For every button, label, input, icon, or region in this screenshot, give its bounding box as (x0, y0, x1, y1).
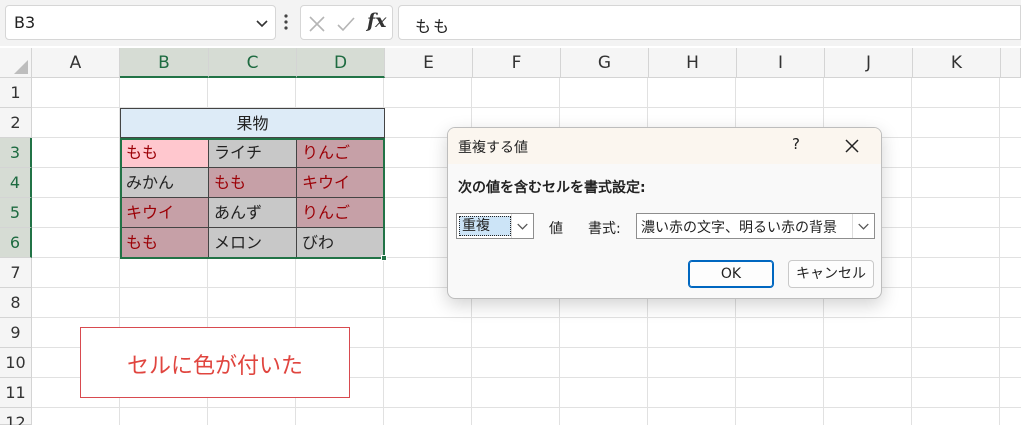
select-all-icon (14, 60, 28, 74)
table-cell[interactable]: もも (209, 168, 297, 198)
row-header-10[interactable]: 10 (0, 348, 32, 378)
row-header-12[interactable]: 12 (0, 408, 32, 425)
column-header-g[interactable]: G (561, 48, 649, 78)
cancel-icon[interactable] (307, 14, 327, 34)
table-header-cell[interactable]: 果物 (120, 108, 385, 138)
table-cell[interactable]: キウイ (120, 198, 209, 228)
format-label: 書式: (588, 221, 621, 237)
check-icon[interactable] (336, 14, 356, 34)
duplicate-type-value: 重複 (459, 216, 511, 236)
row-header-1[interactable]: 1 (0, 78, 32, 108)
formula-bar: B3 fx もも (0, 0, 1021, 46)
formula-text: もも (415, 17, 452, 36)
annotation-text: セルに色が付いた (126, 354, 303, 379)
column-header-c[interactable]: C (209, 48, 297, 78)
chevron-down-icon[interactable] (511, 214, 533, 238)
table-cell[interactable]: あんず (209, 198, 297, 228)
table-cell[interactable]: りんご (297, 138, 385, 168)
duplicate-values-dialog: 重複する値 ? 次の値を含むセルを書式設定: 重複 値 書式: 濃い赤の文字、明… (447, 127, 882, 299)
row-header-6[interactable]: 6 (0, 228, 32, 258)
table-cell[interactable]: キウイ (297, 168, 385, 198)
column-header-b[interactable]: B (120, 48, 209, 78)
help-button[interactable]: ? (786, 135, 806, 157)
format-value: 濃い赤の文字、明るい赤の背景 (641, 220, 837, 236)
insert-function-icon[interactable]: fx (367, 10, 387, 32)
table-cell[interactable]: みかん (120, 168, 209, 198)
chevron-down-icon[interactable] (852, 214, 874, 238)
row-header-4[interactable]: 4 (0, 168, 32, 198)
table-cell[interactable]: もも (120, 228, 209, 258)
table-cell[interactable]: りんご (297, 198, 385, 228)
dialog-instruction: 次の値を含むセルを書式設定: (458, 180, 646, 196)
values-label: 値 (549, 221, 563, 237)
column-header-j[interactable]: J (825, 48, 913, 78)
table-cell[interactable]: もも (120, 138, 209, 168)
table-cell[interactable]: びわ (297, 228, 385, 258)
format-select[interactable]: 濃い赤の文字、明るい赤の背景 (636, 213, 875, 239)
table-cell[interactable]: ライチ (209, 138, 297, 168)
formula-input[interactable]: もも (398, 5, 1021, 40)
column-header-i[interactable]: I (737, 48, 825, 78)
ok-button[interactable]: OK (688, 260, 774, 288)
duplicate-type-select[interactable]: 重複 (456, 213, 534, 239)
row-header-5[interactable]: 5 (0, 198, 32, 228)
row-header-8[interactable]: 8 (0, 288, 32, 318)
column-header-h[interactable]: H (649, 48, 737, 78)
dialog-titlebar[interactable]: 重複する値 ? (448, 128, 881, 164)
table-cell[interactable]: メロン (209, 228, 297, 258)
formula-actions: fx (300, 5, 393, 40)
dialog-title: 重複する値 (458, 140, 528, 156)
row-header-7[interactable]: 7 (0, 258, 32, 288)
column-header-e[interactable]: E (385, 48, 473, 78)
close-icon[interactable] (841, 135, 863, 157)
column-header-k[interactable]: K (913, 48, 1001, 78)
row-header-2[interactable]: 2 (0, 108, 32, 138)
fill-handle[interactable] (381, 255, 387, 261)
more-options-icon[interactable] (282, 12, 290, 32)
column-header-filler (1001, 48, 1021, 78)
column-header-d[interactable]: D (297, 48, 385, 78)
row-header-11[interactable]: 11 (0, 378, 32, 408)
column-header-a[interactable]: A (32, 48, 120, 78)
column-header-f[interactable]: F (473, 48, 561, 78)
name-box[interactable]: B3 (5, 5, 276, 40)
chevron-down-icon[interactable] (253, 14, 271, 32)
row-header-3[interactable]: 3 (0, 138, 32, 168)
annotation-box: セルに色が付いた (80, 327, 350, 398)
cancel-button[interactable]: キャンセル (788, 260, 874, 288)
row-header-9[interactable]: 9 (0, 318, 32, 348)
name-box-value: B3 (14, 13, 36, 32)
select-all-corner[interactable] (0, 48, 32, 78)
